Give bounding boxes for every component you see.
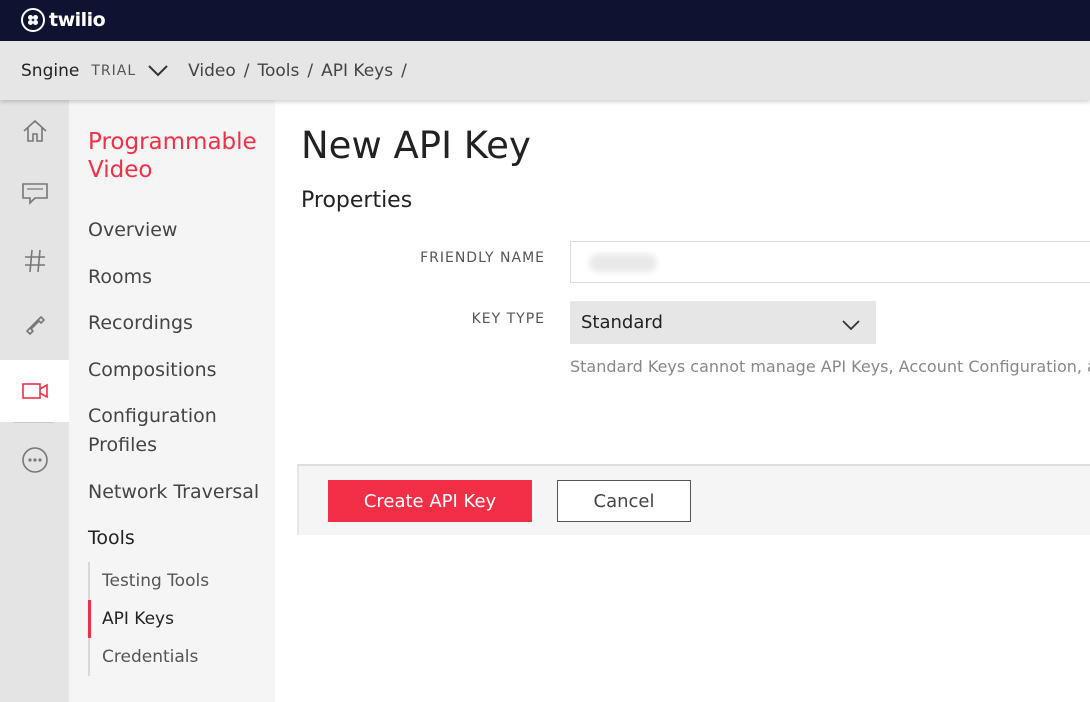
rail-numbers[interactable] (0, 230, 69, 292)
section-title: Properties (301, 188, 413, 213)
key-type-hint: Standard Keys cannot manage API Keys, Ac… (570, 357, 1090, 376)
breadcrumb-api-keys[interactable]: API Keys (321, 61, 393, 81)
nav-overview[interactable]: Overview (88, 216, 177, 245)
project-name[interactable]: Sngine (21, 61, 79, 81)
subnav-api-keys[interactable]: API Keys (88, 600, 268, 638)
breadcrumb-bar: Sngine TRIAL Video / Tools / API Keys / (0, 41, 1090, 100)
twilio-logo[interactable]: twilio (21, 8, 106, 32)
tools-submenu: Testing Tools API Keys Credentials (88, 562, 268, 676)
video-icon (21, 383, 48, 399)
brand-name: twilio (49, 9, 106, 31)
breadcrumb-video[interactable]: Video (188, 61, 236, 81)
redacted-value (589, 254, 657, 272)
subnav-testing-tools[interactable]: Testing Tools (88, 562, 268, 600)
nav-tools[interactable]: Tools (88, 524, 135, 553)
twilio-logo-icon (21, 8, 45, 32)
friendly-name-label: FRIENDLY NAME (420, 250, 545, 266)
chevron-down-icon (842, 315, 860, 336)
product-sidebar: Programmable Video Overview Rooms Record… (69, 100, 275, 702)
rail-divider (14, 422, 54, 423)
breadcrumb-separator: / (401, 60, 407, 81)
cancel-button[interactable]: Cancel (557, 480, 691, 522)
more-icon (21, 447, 48, 473)
phone-icon (25, 316, 45, 335)
breadcrumb-separator: / (307, 60, 314, 81)
create-api-key-button[interactable]: Create API Key (328, 480, 532, 522)
nav-rooms[interactable]: Rooms (88, 263, 152, 292)
breadcrumb-separator: / (243, 60, 250, 81)
icon-rail (0, 100, 69, 702)
page-title: New API Key (301, 124, 531, 167)
key-type-value: Standard (581, 312, 663, 333)
nav-recordings[interactable]: Recordings (88, 309, 193, 338)
key-type-label: KEY TYPE (471, 311, 545, 327)
top-bar: twilio (0, 0, 1090, 41)
main-content: New API Key Properties FRIENDLY NAME KEY… (275, 100, 1090, 702)
nav-compositions[interactable]: Compositions (88, 356, 217, 385)
friendly-name-input[interactable] (570, 241, 1090, 283)
breadcrumb-tools[interactable]: Tools (258, 61, 300, 81)
rail-video[interactable] (0, 360, 69, 422)
rail-messaging[interactable] (0, 163, 69, 225)
breadcrumb: Sngine TRIAL Video / Tools / API Keys / (21, 41, 415, 100)
hash-icon (24, 249, 45, 273)
trial-badge: TRIAL (91, 62, 137, 79)
rail-more[interactable] (0, 429, 69, 491)
rail-voice[interactable] (0, 294, 69, 356)
chevron-down-icon[interactable] (148, 64, 168, 77)
nav-network-traversal[interactable]: Network Traversal (88, 478, 259, 507)
chat-icon (21, 183, 48, 205)
rail-home[interactable] (0, 100, 69, 162)
subnav-credentials[interactable]: Credentials (88, 638, 268, 676)
nav-configuration-profiles[interactable]: Configuration Profiles (88, 402, 238, 460)
form-actions: Create API Key Cancel (297, 464, 1090, 535)
key-type-select[interactable]: Standard (570, 301, 876, 344)
home-icon (22, 119, 47, 142)
product-title[interactable]: Programmable Video (88, 128, 268, 184)
